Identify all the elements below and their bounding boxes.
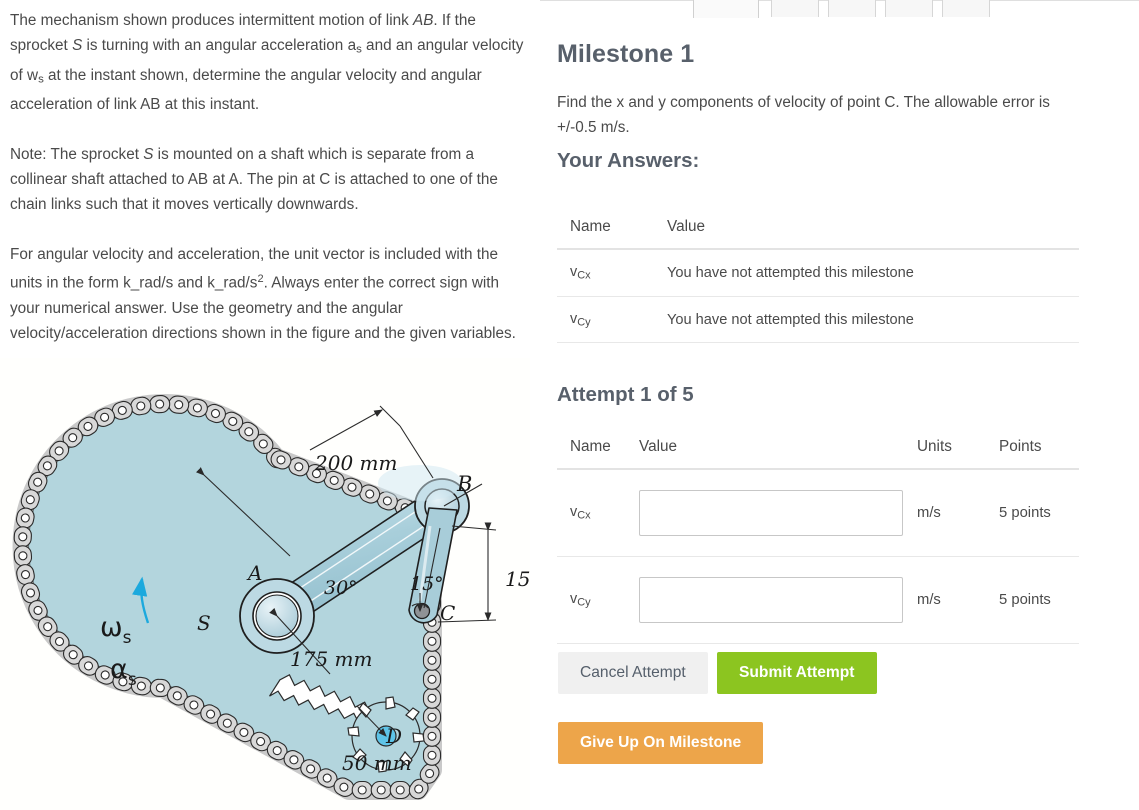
point-b-label: B: [456, 472, 472, 496]
attempt-row-0-points: 5 points: [999, 469, 1079, 557]
tab-4[interactable]: [885, 0, 933, 17]
problem-statement: The mechanism shown produces intermitten…: [10, 8, 528, 371]
page-root: The mechanism shown produces intermitten…: [0, 0, 1139, 810]
vcy-input[interactable]: [639, 577, 903, 623]
tab-strip: [540, 0, 1139, 19]
pin-c: [413, 602, 431, 620]
attempt-heading: Attempt 1 of 5: [557, 383, 694, 406]
sprocket-s-label: S: [197, 611, 211, 635]
attempt-row-0-units: m/s: [917, 469, 999, 557]
dim-200-label: 200 mm: [314, 451, 397, 475]
attempt-row-0-value-cell: [639, 469, 917, 557]
attempt-row-0-sub: Cx: [577, 509, 591, 522]
attempt-header-value: Value: [639, 438, 917, 470]
chain-link: [422, 668, 442, 690]
answers-row-1-sub: Cy: [577, 316, 591, 329]
problem-panel: The mechanism shown produces intermitten…: [0, 0, 540, 810]
attempt-row-1-units: m/s: [917, 556, 999, 644]
cancel-attempt-button[interactable]: Cancel Attempt: [558, 652, 708, 694]
problem-paragraph-3: For angular velocity and acceleration, t…: [10, 242, 528, 346]
answers-header-name: Name: [557, 218, 667, 250]
table-row: vCx m/s 5 points: [557, 469, 1079, 557]
answers-table: Name Value vCx You have not attempted th…: [557, 218, 1079, 344]
answers-row-0-value: You have not attempted this milestone: [667, 249, 1079, 297]
problem-paragraph-1: The mechanism shown produces intermitten…: [10, 8, 528, 117]
chain-link: [370, 780, 392, 800]
answers-header-row: Name Value: [557, 218, 1079, 250]
attempt-header-name: Name: [557, 438, 639, 470]
dim-50-label: 50 mm: [342, 751, 412, 775]
answers-header-value: Value: [667, 218, 1079, 250]
tab-5[interactable]: [942, 0, 990, 17]
dim-150-label: 150 mm: [505, 567, 530, 591]
chain-link: [422, 706, 442, 728]
attempt-header-units: Units: [917, 438, 999, 470]
tab-3[interactable]: [828, 0, 876, 17]
p1-text-c: is turning with an angular acceleration …: [82, 37, 357, 54]
submit-attempt-button[interactable]: Submit Attempt: [717, 652, 877, 694]
chain-link: [149, 394, 171, 414]
p1-link-ab: AB: [413, 12, 434, 29]
angle-30-label: 30°: [324, 577, 358, 599]
attempt-header-points: Points: [999, 438, 1079, 470]
answers-row-0-name: vCx: [557, 249, 667, 297]
point-d-label: D: [385, 724, 402, 748]
chain-link: [422, 725, 442, 747]
chain-link: [389, 780, 411, 800]
dim-175-label: 175 mm: [290, 647, 372, 671]
answers-row-1-value: You have not attempted this milestone: [667, 296, 1079, 344]
p2-text-a: Note: The sprocket: [10, 146, 144, 164]
angle-15-label: 15°: [410, 573, 444, 595]
attempt-row-1-name: vCy: [557, 556, 639, 644]
point-a-label: A: [246, 561, 262, 585]
milestone-description: Find the x and y components of velocity …: [557, 94, 1050, 136]
your-answers-heading: Your Answers:: [557, 149, 700, 172]
chain-link: [422, 744, 442, 766]
p1-text-e: at the instant shown, determine the angu…: [10, 66, 482, 114]
chain-link: [422, 687, 442, 709]
table-row: vCy You have not attempted this mileston…: [557, 296, 1079, 344]
chain-link: [422, 630, 442, 652]
chain-link: [422, 649, 442, 671]
vcx-input[interactable]: [639, 490, 903, 536]
attempt-row-1-sub: Cy: [577, 596, 591, 609]
answers-row-1-name: vCy: [557, 296, 667, 344]
problem-paragraph-2: Note: The sprocket S is mounted on a sha…: [10, 142, 528, 217]
point-c-label: C: [440, 601, 455, 625]
chain-link: [13, 545, 33, 567]
give-up-on-milestone-button[interactable]: Give Up On Milestone: [558, 722, 764, 764]
mechanism-figure: 200 mm 175 mm 150 mm 50 mm 30° 15° A B C…: [0, 358, 530, 810]
attempt-header-row: Name Value Units Points: [557, 438, 1079, 470]
chain-link: [168, 395, 190, 414]
p1-text-a: The mechanism shown produces intermitten…: [10, 12, 413, 29]
attempt-row-0-name: vCx: [557, 469, 639, 557]
attempt-row-1-points: 5 points: [999, 556, 1079, 644]
answers-row-0-sub: Cx: [577, 269, 591, 282]
attempt-row-1-value-cell: [639, 556, 917, 644]
p2-sprocket-s: S: [143, 146, 154, 164]
page-title: Milestone 1: [557, 40, 695, 68]
chain-link: [351, 780, 373, 800]
table-row: vCx You have not attempted this mileston…: [557, 249, 1079, 297]
chain-link: [13, 526, 32, 548]
tab-1[interactable]: [693, 0, 759, 19]
tab-2[interactable]: [771, 0, 819, 17]
attempt-table: Name Value Units Points vCx m/s 5 points: [557, 438, 1079, 644]
table-row: vCy m/s 5 points: [557, 556, 1079, 644]
p1-sprocket-s: S: [72, 37, 83, 54]
